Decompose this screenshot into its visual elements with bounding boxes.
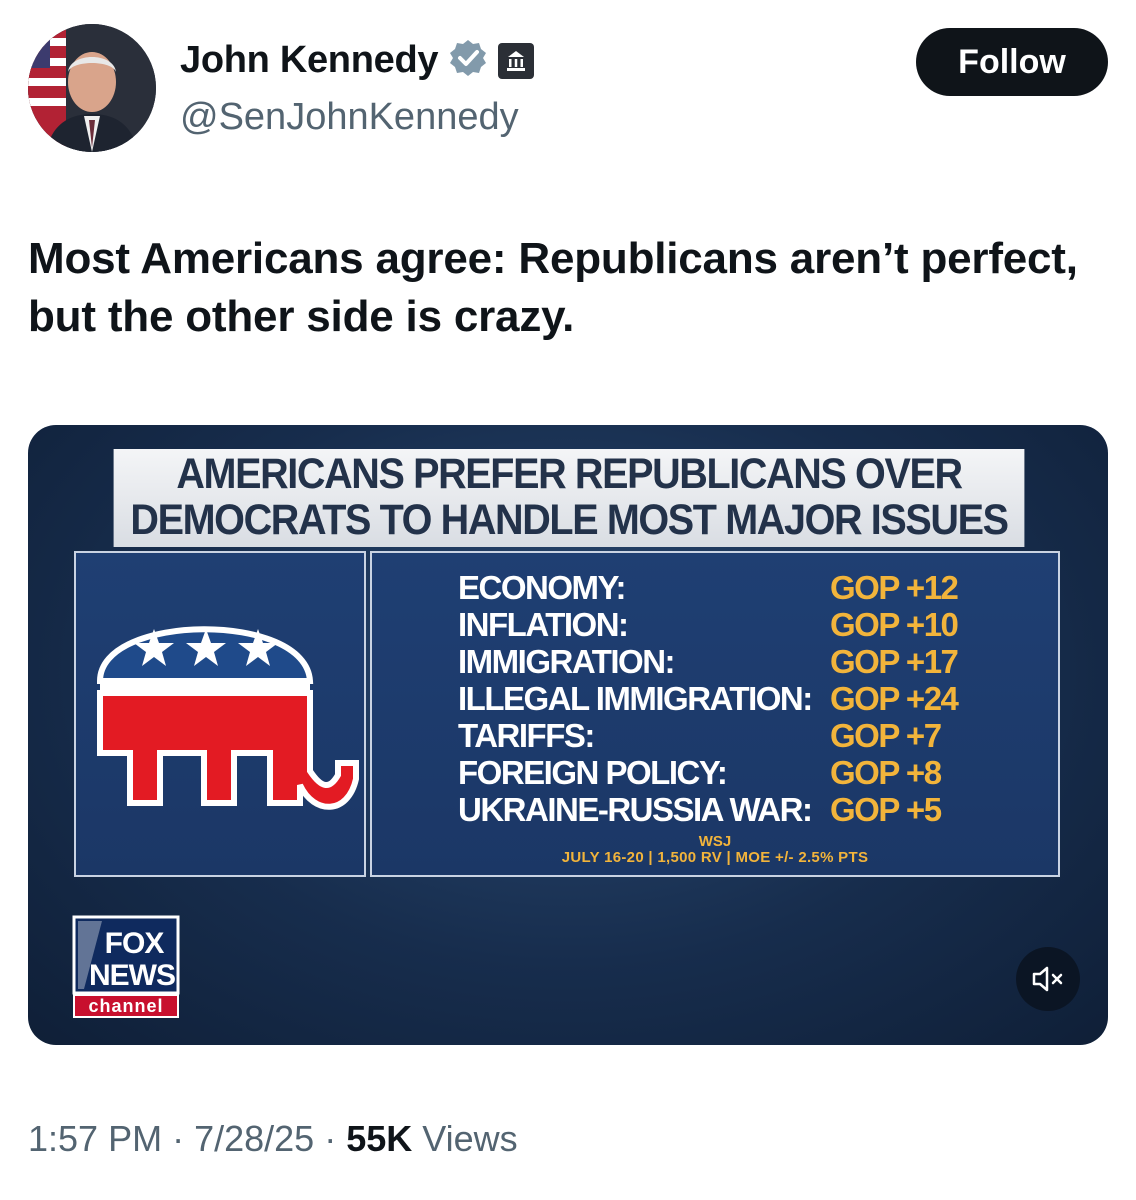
name-row: John Kennedy: [180, 38, 535, 83]
meta-separator: ·: [172, 1118, 185, 1159]
fox-logo-line-1: FOX: [105, 927, 165, 960]
gop-elephant-logo: [96, 626, 359, 810]
gop-logo-panel: [74, 551, 366, 877]
views-label: Views: [422, 1118, 518, 1159]
issue-row: ECONOMY: GOP +12: [458, 569, 1038, 606]
author-name[interactable]: John Kennedy: [180, 39, 439, 82]
fox-logo-line-2: NEWS: [89, 959, 175, 992]
verified-badge-icon[interactable]: [448, 38, 488, 83]
graphic-headline: AMERICANS PREFER REPUBLICANS OVER DEMOCR…: [113, 449, 1025, 547]
poll-results-panel: ECONOMY: GOP +12 INFLATION: GOP +10 IMMI…: [370, 551, 1060, 877]
issue-row: TARIFFS: GOP +7: [458, 717, 1038, 754]
tweet-time[interactable]: 1:57 PM: [28, 1118, 162, 1160]
views-count: 55K: [346, 1118, 413, 1159]
issue-value: GOP +7: [830, 716, 942, 754]
avatar[interactable]: [28, 24, 156, 152]
headline-line-1: AMERICANS PREFER REPUBLICANS OVER: [176, 450, 963, 498]
issue-value: GOP +10: [830, 605, 959, 643]
tweet-header: John Kennedy @SenJohnKennedy Follow: [28, 24, 1108, 154]
mute-icon: [1032, 966, 1063, 992]
tweet-meta: 1:57 PM · 7/28/25 · 55K Views: [28, 1118, 518, 1160]
issue-label: ILLEGAL IMMIGRATION:: [458, 679, 813, 717]
issue-label: ECONOMY:: [458, 568, 627, 606]
issue-value: GOP +12: [830, 568, 959, 606]
author-handle[interactable]: @SenJohnKennedy: [180, 96, 519, 139]
views[interactable]: 55K Views: [346, 1118, 517, 1160]
tweet-date[interactable]: 7/28/25: [194, 1118, 314, 1160]
issue-value: GOP +17: [830, 642, 959, 680]
meta-separator: ·: [324, 1118, 337, 1159]
issue-label: INFLATION:: [458, 605, 629, 643]
issue-value: GOP +24: [830, 679, 959, 717]
issue-row: ILLEGAL IMMIGRATION: GOP +24: [458, 680, 1038, 717]
poll-source-details: JULY 16-20 | 1,500 RV | MOE +/- 2.5% PTS: [561, 849, 869, 866]
fox-news-logo: FOX NEWS channel: [72, 915, 180, 1019]
government-building-icon[interactable]: [498, 42, 535, 79]
issue-list: ECONOMY: GOP +12 INFLATION: GOP +10 IMMI…: [458, 569, 1038, 828]
tweet-text: Most Americans agree: Republicans aren’t…: [28, 234, 1078, 341]
issue-label: TARIFFS:: [458, 716, 595, 754]
issue-value: GOP +8: [830, 753, 942, 791]
issue-value: GOP +5: [830, 790, 942, 828]
issue-label: IMMIGRATION:: [458, 642, 676, 680]
issue-row: UKRAINE-RUSSIA WAR: GOP +5: [458, 791, 1038, 828]
issue-row: INFLATION: GOP +10: [458, 606, 1038, 643]
follow-button[interactable]: Follow: [916, 28, 1108, 96]
issue-row: FOREIGN POLICY: GOP +8: [458, 754, 1038, 791]
issue-row: IMMIGRATION: GOP +17: [458, 643, 1038, 680]
tweet-media-video[interactable]: AMERICANS PREFER REPUBLICANS OVER DEMOCR…: [28, 425, 1108, 1045]
issue-label: UKRAINE-RUSSIA WAR:: [458, 790, 813, 828]
headline-line-2: DEMOCRATS TO HANDLE MOST MAJOR ISSUES: [130, 496, 1009, 544]
fox-logo-line-3: channel: [88, 996, 163, 1016]
poll-source-name: WSJ: [698, 833, 732, 850]
issue-label: FOREIGN POLICY:: [458, 753, 728, 791]
mute-button[interactable]: [1016, 947, 1080, 1011]
